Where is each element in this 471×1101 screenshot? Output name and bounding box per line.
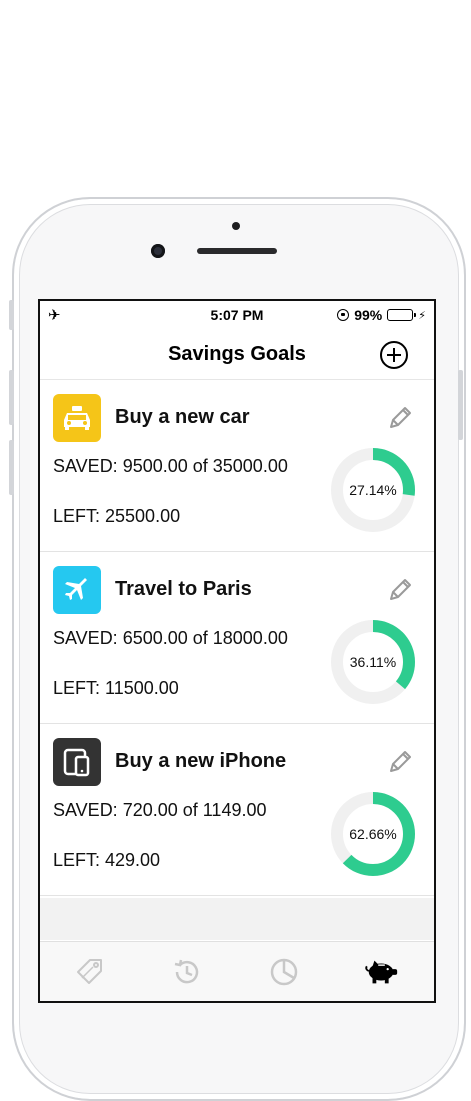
goals-list: Buy a new car SAVED: 9500.00 of 35000.00…: [40, 380, 434, 896]
left-amount: LEFT: 25500.00: [53, 506, 181, 526]
earpiece-speaker: [197, 248, 277, 254]
pencil-icon[interactable]: [386, 748, 414, 776]
progress-percent: 36.11%: [349, 654, 397, 670]
goal-row[interactable]: Buy a new iPhone SAVED: 720.00 of 1149.0…: [40, 724, 434, 896]
tag-icon: [77, 959, 102, 984]
battery-percent: 99%: [354, 307, 383, 323]
history-icon: [174, 959, 199, 984]
pencil-icon[interactable]: [386, 404, 414, 432]
tab-categories[interactable]: [72, 954, 108, 990]
goal-title: Buy a new iPhone: [115, 750, 287, 772]
saved-amount: SAVED: 9500.00 of 35000.00: [53, 456, 288, 476]
goal-icon-badge: [53, 394, 101, 442]
left-amount: LEFT: 429.00: [53, 850, 161, 870]
progress-percent: 27.14%: [349, 482, 397, 498]
status-right: 99% ⚡: [337, 307, 426, 323]
battery-icon: [387, 309, 417, 321]
airplane-icon: [65, 578, 87, 600]
goal-row[interactable]: Buy a new car SAVED: 9500.00 of 35000.00…: [40, 380, 434, 552]
add-goal-button[interactable]: [380, 341, 408, 369]
tab-statistics[interactable]: [266, 954, 302, 990]
app-screen: ✈ 5:07 PM 99% ⚡ Savings Goals Buy a new …: [38, 299, 436, 1003]
tab-history[interactable]: [169, 954, 205, 990]
tab-bar: [40, 941, 434, 1001]
goal-icon-badge: [53, 738, 101, 786]
rotation-lock-icon: [337, 309, 350, 321]
volume-down-button: [9, 440, 14, 495]
proximity-sensor: [232, 222, 240, 230]
left-amount: LEFT: 11500.00: [53, 678, 179, 698]
goal-title: Travel to Paris: [115, 578, 252, 600]
page-title: Savings Goals: [168, 343, 306, 365]
navigation-bar: Savings Goals: [40, 329, 434, 380]
charging-bolt-icon: ⚡: [418, 309, 426, 322]
power-button: [458, 370, 463, 440]
list-empty-area: [40, 898, 434, 940]
pencil-icon[interactable]: [386, 576, 414, 604]
status-bar: ✈ 5:07 PM 99% ⚡: [40, 301, 434, 329]
taxi-icon: [64, 406, 90, 430]
pie-chart-icon: [270, 958, 298, 986]
goal-icon-badge: [53, 566, 101, 614]
tab-savings-goals[interactable]: [364, 954, 400, 990]
volume-up-button: [9, 370, 14, 425]
front-camera: [151, 244, 165, 258]
progress-percent: 62.66%: [349, 826, 397, 842]
goal-row[interactable]: Travel to Paris SAVED: 6500.00 of 18000.…: [40, 552, 434, 724]
devices-icon: [63, 748, 90, 777]
piggy-bank-icon: [365, 960, 398, 984]
mute-switch: [9, 300, 14, 330]
saved-amount: SAVED: 720.00 of 1149.00: [53, 800, 267, 820]
saved-amount: SAVED: 6500.00 of 18000.00: [53, 628, 288, 648]
goal-title: Buy a new car: [115, 406, 250, 428]
